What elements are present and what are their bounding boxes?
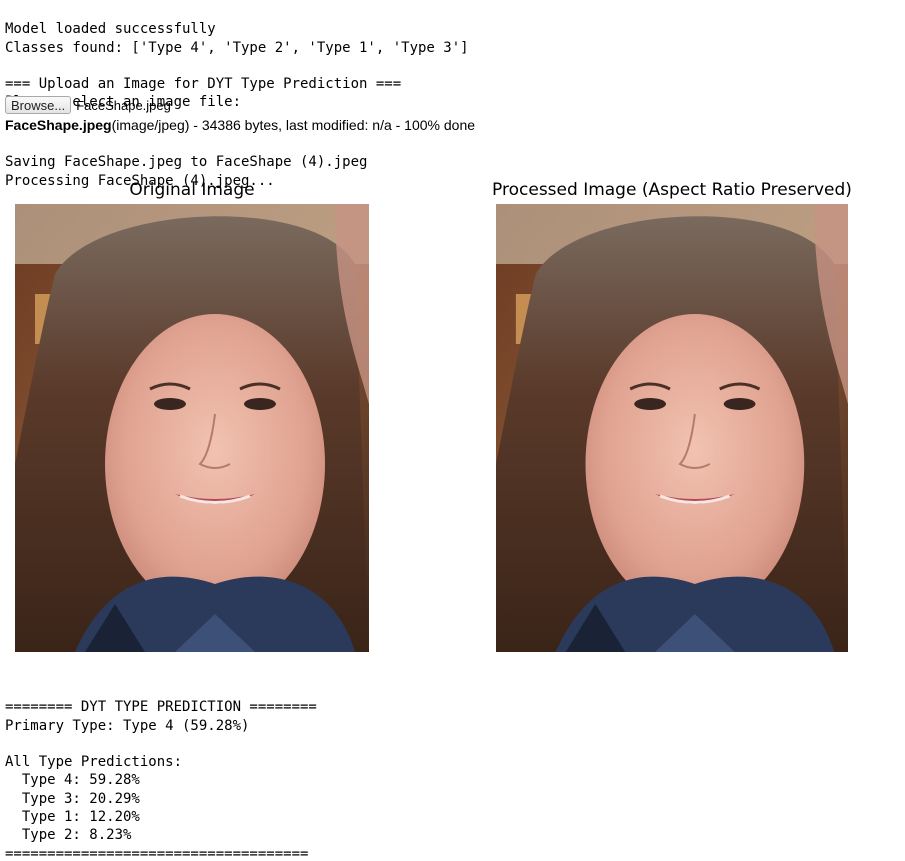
file-upload-widget: Browse... FaceShape.jpeg [5,95,171,115]
prediction-type-3: Type 3: 20.29% [5,790,140,807]
log-line-classes-found: Classes found: ['Type 4', 'Type 2', 'Typ… [5,39,469,56]
face-photo-original [15,204,369,652]
upload-file-details: (image/jpeg) - 34386 bytes, last modifie… [111,117,476,133]
prediction-type-4: Type 4: 59.28% [5,772,140,789]
face-photo-processed [496,204,848,652]
browse-button[interactable]: Browse... [5,96,72,114]
upload-file-name: FaceShape.jpeg [5,117,112,133]
prediction-header: ======== DYT TYPE PREDICTION ======== [5,699,317,716]
log-line-blank [5,57,469,75]
selected-file-name: FaceShape.jpeg [76,97,171,113]
all-predictions-heading: All Type Predictions: [5,754,183,771]
processed-image-title: Processed Image (Aspect Ratio Preserved) [492,180,852,200]
prediction-type-2: Type 2: 8.23% [5,827,132,844]
prediction-footer: ==================================== [5,845,309,861]
log-line-upload-heading: === Upload an Image for DYT Type Predict… [5,76,402,93]
prediction-output: ======== DYT TYPE PREDICTION ======== Pri… [5,680,317,861]
log-line-blank [5,735,317,753]
log-line-model-loaded: Model loaded successfully [5,21,216,38]
log-line-saving: Saving FaceShape.jpeg to FaceShape (4).j… [5,154,368,171]
primary-type: Primary Type: Type 4 (59.28%) [5,717,250,734]
prediction-type-1: Type 1: 12.20% [5,809,140,826]
original-image [15,204,369,652]
upload-status: FaceShape.jpeg(image/jpeg) - 34386 bytes… [5,117,475,133]
processed-image [496,204,848,652]
original-image-title: Original Image [129,180,255,200]
